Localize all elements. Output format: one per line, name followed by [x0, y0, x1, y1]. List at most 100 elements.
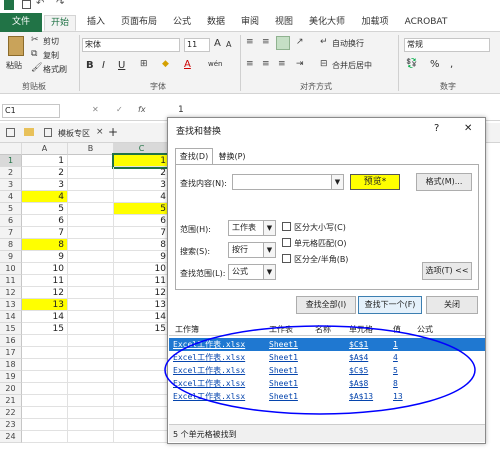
cell-c[interactable]	[114, 419, 170, 431]
row-header[interactable]: 2	[0, 167, 22, 179]
cell-a[interactable]: 12	[22, 287, 68, 299]
cell-a[interactable]: 7	[22, 227, 68, 239]
cell-c[interactable]: 12	[114, 287, 170, 299]
cell-c[interactable]: 1	[112, 153, 172, 169]
search-select[interactable]: 按行 ▼	[228, 242, 276, 258]
cell-b[interactable]	[68, 347, 114, 359]
cell-a[interactable]: 2	[22, 167, 68, 179]
tab-page-layout[interactable]: 页面布局	[116, 15, 162, 31]
cell-b[interactable]	[68, 239, 114, 251]
cell-b[interactable]	[68, 251, 114, 263]
match-cell-checkbox[interactable]	[282, 238, 291, 247]
corner-header[interactable]	[0, 143, 22, 155]
cell-c[interactable]: 2	[114, 167, 170, 179]
cell-a[interactable]: 3	[22, 179, 68, 191]
cell-b[interactable]	[68, 419, 114, 431]
phonetic-button[interactable]: wén	[208, 60, 222, 68]
cell-a[interactable]	[22, 395, 68, 407]
save-icon[interactable]	[22, 0, 31, 9]
cell-a[interactable]	[22, 431, 68, 443]
fx-icon[interactable]: fx	[138, 105, 146, 114]
tab-view[interactable]: 视图	[270, 15, 298, 31]
cell-c[interactable]: 9	[114, 251, 170, 263]
match-width-checkbox[interactable]	[282, 254, 291, 263]
cell-c[interactable]: 4	[114, 191, 170, 203]
row-header[interactable]: 11	[0, 275, 22, 287]
cell-b[interactable]	[68, 311, 114, 323]
row-header[interactable]: 4	[0, 191, 22, 203]
template-tab[interactable]: 模板专区	[58, 128, 90, 139]
row-header[interactable]: 6	[0, 215, 22, 227]
tab-file[interactable]: 文件	[0, 13, 42, 32]
paste-icon[interactable]	[8, 36, 24, 56]
row-header[interactable]: 17	[0, 347, 22, 359]
paste-button[interactable]: 粘贴	[6, 60, 22, 71]
row-header[interactable]: 9	[0, 251, 22, 263]
align-bottom-icon[interactable]	[276, 36, 290, 50]
cut-button[interactable]: 剪切	[43, 36, 59, 47]
cell-a[interactable]: 9	[22, 251, 68, 263]
row-header[interactable]: 8	[0, 239, 22, 251]
close-button[interactable]: 关闭	[426, 296, 478, 314]
cell-a[interactable]: 6	[22, 215, 68, 227]
cell-a[interactable]: 8	[22, 239, 68, 251]
row-header[interactable]: 21	[0, 395, 22, 407]
cell-a[interactable]	[22, 371, 68, 383]
folder-icon[interactable]	[24, 128, 34, 136]
cell-a[interactable]: 10	[22, 263, 68, 275]
tab-replace[interactable]: 替换(P)	[215, 150, 249, 164]
cell-b[interactable]	[68, 215, 114, 227]
cell-a[interactable]	[22, 419, 68, 431]
tab-find[interactable]: 查找(D)	[175, 148, 213, 164]
chevron-down-icon[interactable]: ▼	[263, 221, 275, 235]
tab-home[interactable]: 开始	[44, 15, 76, 31]
row-header[interactable]: 1	[0, 155, 22, 167]
underline-button[interactable]: U	[118, 60, 125, 71]
font-grow-button[interactable]: A	[214, 38, 221, 49]
tab-addins[interactable]: 加载项	[356, 15, 394, 31]
cell-a[interactable]	[22, 383, 68, 395]
cell-c[interactable]: 10	[114, 263, 170, 275]
cell-b[interactable]	[68, 335, 114, 347]
format-painter-button[interactable]: 格式刷	[43, 64, 67, 75]
row-header[interactable]: 19	[0, 371, 22, 383]
border-icon[interactable]: ⊞	[140, 59, 148, 69]
cell-b[interactable]	[68, 191, 114, 203]
copy-button[interactable]: 复制	[43, 50, 59, 61]
home-icon[interactable]	[6, 128, 15, 137]
percent-button[interactable]: %	[430, 59, 440, 70]
column-header-b[interactable]: B	[68, 143, 114, 155]
add-tab-button[interactable]: +	[108, 125, 118, 139]
cell-a[interactable]	[22, 407, 68, 419]
cell-b[interactable]	[68, 227, 114, 239]
cell-b[interactable]	[68, 263, 114, 275]
look-in-select[interactable]: 公式 ▼	[228, 264, 276, 280]
format-button[interactable]: 格式(M)...	[416, 173, 472, 191]
cell-b[interactable]	[68, 395, 114, 407]
cell-a[interactable]: 14	[22, 311, 68, 323]
bold-button[interactable]: B	[86, 60, 94, 71]
cell-a[interactable]: 1	[22, 155, 68, 167]
row-header[interactable]: 5	[0, 203, 22, 215]
formula-value[interactable]: 1	[178, 105, 184, 115]
cell-a[interactable]: 15	[22, 323, 68, 335]
cell-a[interactable]	[22, 335, 68, 347]
comma-button[interactable]: ,	[450, 59, 453, 70]
align-center-icon[interactable]: ≡	[262, 59, 270, 69]
cell-b[interactable]	[68, 383, 114, 395]
font-color-button[interactable]: A	[184, 59, 191, 70]
redo-icon[interactable]: ↷	[56, 0, 64, 9]
undo-icon[interactable]: ↶	[36, 0, 44, 9]
row-header[interactable]: 13	[0, 299, 22, 311]
find-next-button[interactable]: 查找下一个(F)	[358, 296, 422, 314]
cell-c[interactable]: 6	[114, 215, 170, 227]
tab-beautify[interactable]: 美化大师	[304, 15, 350, 31]
cell-c[interactable]: 8	[114, 239, 170, 251]
cell-b[interactable]	[68, 275, 114, 287]
row-header[interactable]: 24	[0, 431, 22, 443]
cell-b[interactable]	[68, 203, 114, 215]
row-header[interactable]: 7	[0, 227, 22, 239]
close-icon[interactable]: ✕	[464, 123, 472, 134]
row-header[interactable]: 10	[0, 263, 22, 275]
cell-c[interactable]: 7	[114, 227, 170, 239]
